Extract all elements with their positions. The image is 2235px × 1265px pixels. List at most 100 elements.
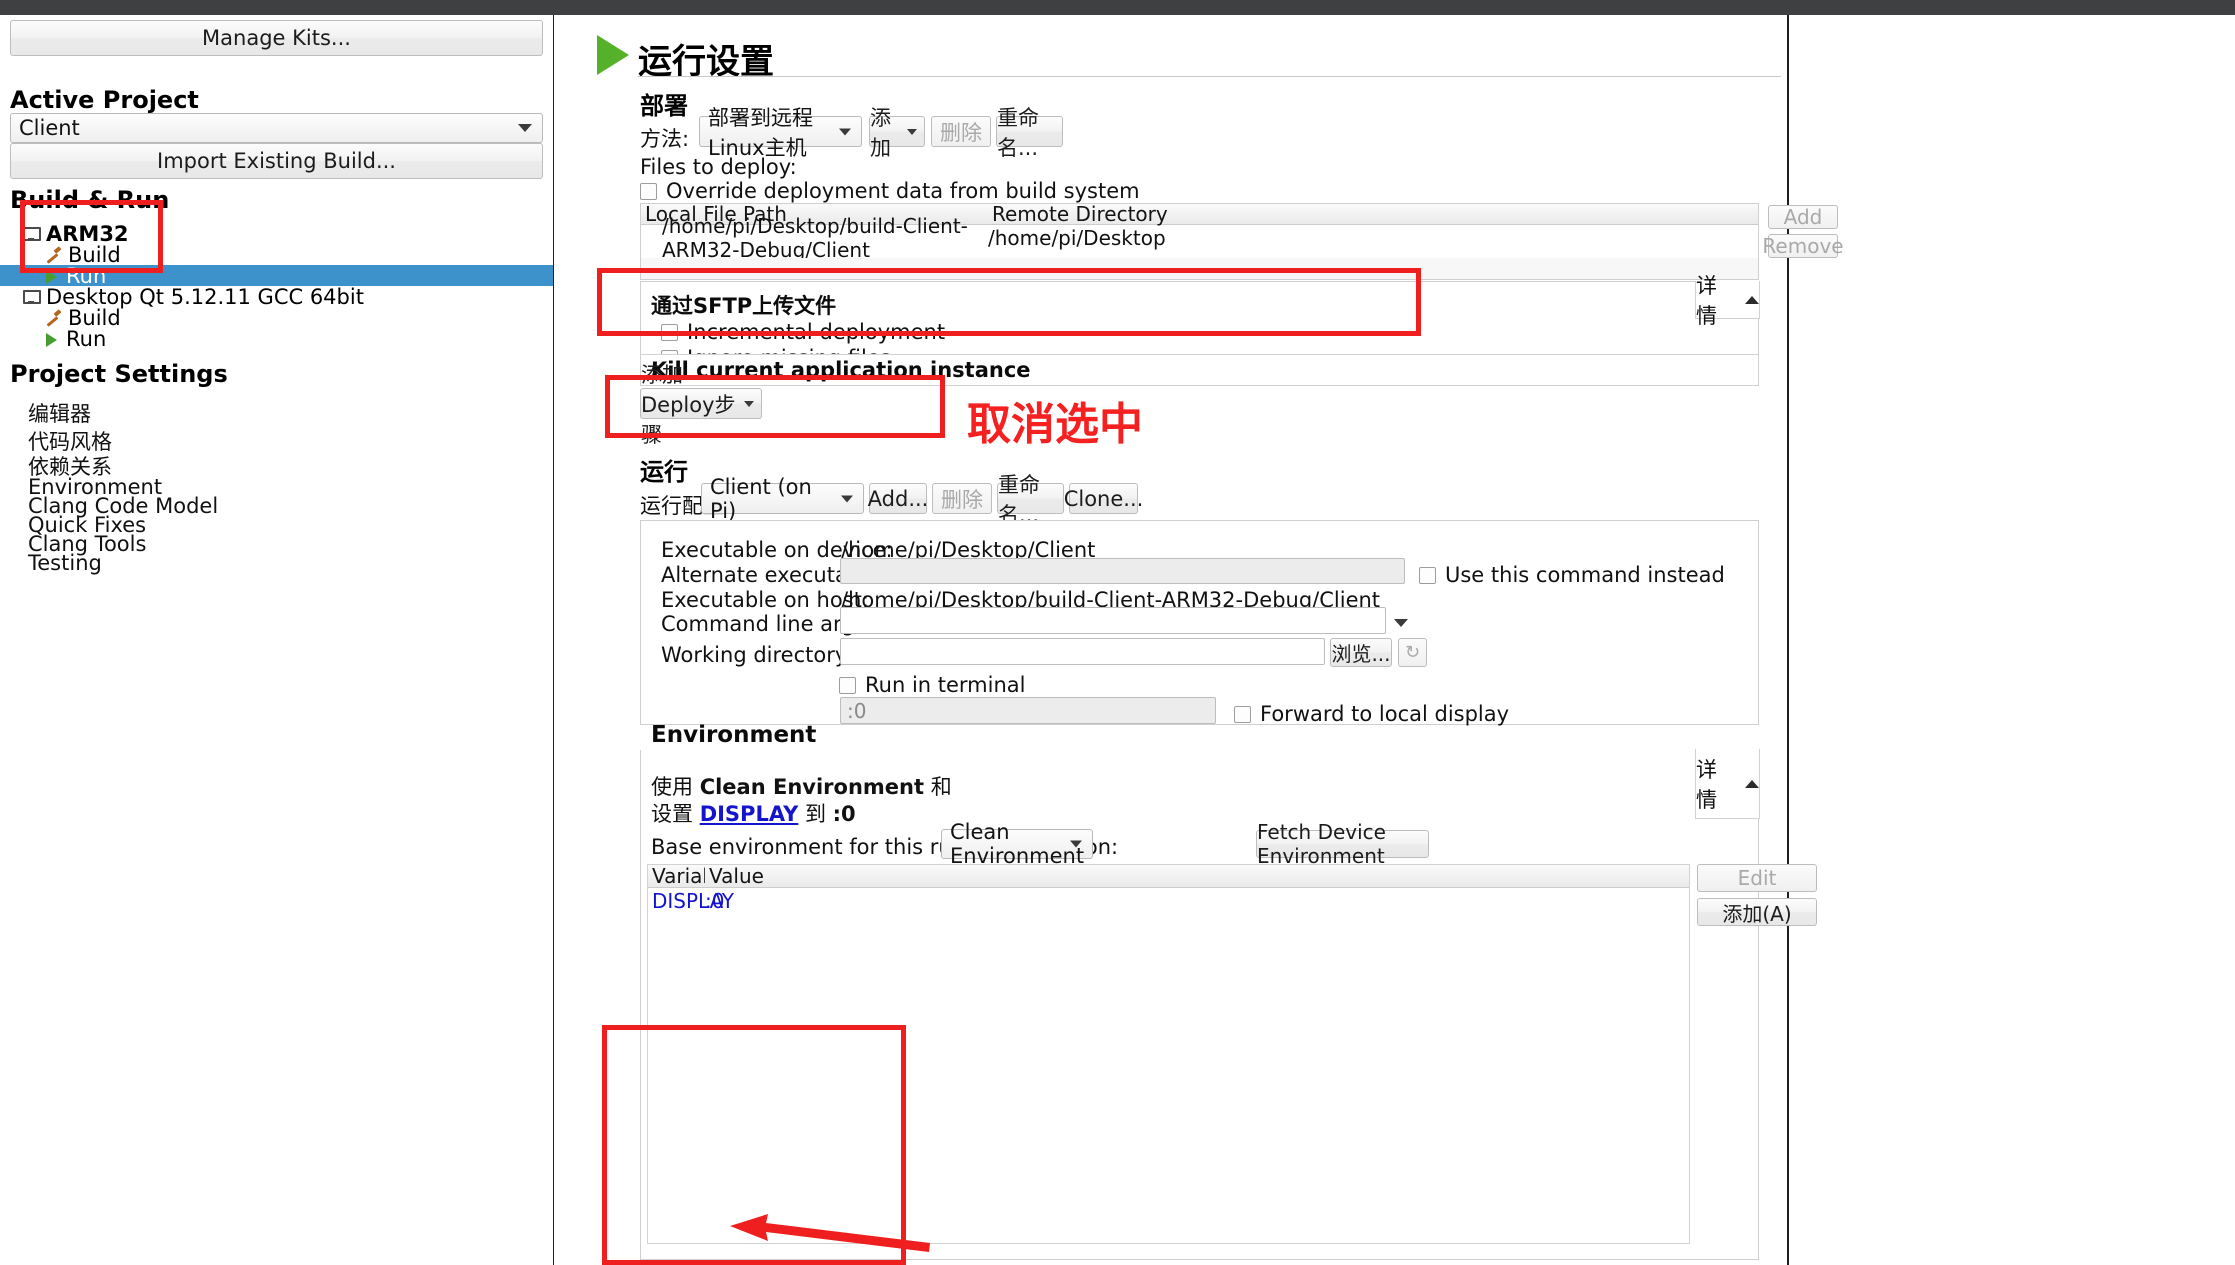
build-run-heading: Build & Run <box>10 186 169 214</box>
chevron-down-icon <box>841 495 853 502</box>
summary-to: 到 <box>805 802 826 826</box>
summary-value: :0 <box>833 802 856 826</box>
use-this-command-checkbox[interactable]: Use this command instead <box>1419 563 1725 587</box>
chevron-up-icon <box>1745 780 1759 788</box>
command-line-arguments-input[interactable] <box>840 607 1386 634</box>
cell-remote-dir: /home/pi/Desktop <box>988 226 1166 250</box>
environment-details-label: 详情 <box>1696 754 1737 814</box>
run-config-select[interactable]: Client (on Pi) <box>701 483 864 514</box>
table-row[interactable]: DISPLAY :0 <box>648 888 1689 913</box>
summary-clean-env: Clean Environment <box>700 775 924 799</box>
display-link[interactable]: DISPLAY <box>700 802 799 826</box>
active-project-select[interactable]: Client <box>10 113 543 143</box>
forward-local-display-label: Forward to local display <box>1260 702 1509 726</box>
deploy-method-label: 方法: <box>640 123 689 153</box>
deploy-table-remove-button[interactable]: Remove <box>1768 234 1838 258</box>
run-in-terminal-label: Run in terminal <box>865 673 1025 697</box>
sidebar-item-editor[interactable]: 编辑器 <box>28 398 91 428</box>
sidebar-kit-desktop-qt[interactable]: Desktop Qt 5.12.11 GCC 64bit <box>0 286 553 307</box>
environment-summary-line2: 设置 DISPLAY 到 :0 <box>651 798 856 828</box>
summary-set: 设置 <box>651 802 693 826</box>
checkbox-box <box>1419 567 1436 584</box>
main-right-divider <box>1787 15 1789 1265</box>
table-column-header-remote-dir[interactable]: Remote Directory <box>988 204 1758 225</box>
active-project-value: Client <box>19 116 80 140</box>
run-config-delete-button[interactable]: 删除 <box>932 483 992 514</box>
sidebar-item-desktop-run[interactable]: Run <box>0 328 553 349</box>
table-row[interactable]: /home/pi/Desktop/build-Client-ARM32-Debu… <box>641 225 1758 251</box>
add-deploy-step-label: 添加Deploy步骤 <box>641 359 745 449</box>
hammer-icon <box>44 246 62 264</box>
files-to-deploy-label: Files to deploy: <box>640 155 797 179</box>
override-deployment-label: Override deployment data from build syst… <box>666 179 1140 203</box>
run-heading: 运行 <box>640 452 688 487</box>
sidebar-item-testing[interactable]: Testing <box>28 551 102 575</box>
chevron-down-icon <box>1070 841 1082 848</box>
environment-edit-button[interactable]: Edit <box>1697 864 1817 892</box>
kill-application-step[interactable]: Kill current application instance <box>640 354 1759 386</box>
sidebar-item-label: Run <box>66 327 106 351</box>
run-icon <box>597 35 629 75</box>
display-input[interactable]: :0 <box>840 697 1216 724</box>
summary-and: 和 <box>931 775 952 799</box>
environment-add-button[interactable]: 添加(A) <box>1697 898 1817 926</box>
environment-heading: Environment <box>651 722 816 748</box>
play-icon <box>44 268 60 284</box>
deploy-rename-button[interactable]: 重命名... <box>996 116 1063 147</box>
checkbox-box <box>839 677 856 694</box>
sftp-step-title: 通过SFTP上传文件 <box>651 290 836 320</box>
override-deployment-checkbox[interactable]: Override deployment data from build syst… <box>640 179 1140 203</box>
environment-summary-line1: 使用 Clean Environment 和 <box>651 771 952 801</box>
deploy-method-select[interactable]: 部署到远程Linux主机 <box>699 116 862 147</box>
reset-button[interactable]: ↻ <box>1398 638 1427 667</box>
monitor-icon <box>22 289 40 305</box>
reset-icon: ↻ <box>1405 642 1420 663</box>
alternate-executable-input[interactable] <box>840 558 1405 584</box>
checkbox-box <box>1234 706 1251 723</box>
active-project-heading: Active Project <box>10 86 199 114</box>
run-details-panel: Executable on device: /home/pi/Desktop/C… <box>640 520 1759 725</box>
sidebar-kit-arm32[interactable]: ARM32 <box>0 223 553 244</box>
forward-local-display-checkbox[interactable]: Forward to local display <box>1234 702 1509 726</box>
checkbox-box <box>640 183 657 200</box>
run-config-add-button[interactable]: Add... <box>869 483 927 514</box>
working-directory-input[interactable] <box>840 638 1325 665</box>
project-settings-heading: Project Settings <box>10 360 228 388</box>
fetch-device-environment-button[interactable]: Fetch Device Environment <box>1256 830 1429 858</box>
add-deploy-step-button[interactable]: 添加Deploy步骤 <box>640 388 762 419</box>
sidebar-item-arm32-run[interactable]: Run <box>0 265 553 286</box>
browse-button[interactable]: 浏览... <box>1330 638 1392 667</box>
executable-on-host-label: Executable on host: <box>661 588 869 612</box>
checkbox-box <box>661 324 678 341</box>
use-this-command-label: Use this command instead <box>1445 563 1725 587</box>
sidebar-item-arm32-build[interactable]: Build <box>0 244 553 265</box>
incremental-deployment-checkbox[interactable]: Incremental deployment <box>661 320 945 344</box>
app-window: Manage Kits... Active Project Client Imp… <box>0 0 2235 1265</box>
environment-panel: Environment 使用 Clean Environment 和 设置 DI… <box>640 750 1759 1260</box>
sidebar-item-desktop-build[interactable]: Build <box>0 307 553 328</box>
environment-table[interactable]: Variable Value DISPLAY :0 <box>647 864 1690 1244</box>
run-config-clone-button[interactable]: Clone... <box>1069 483 1138 514</box>
sftp-details-button[interactable]: 详情 <box>1695 281 1760 319</box>
base-environment-value: Clean Environment <box>950 820 1084 868</box>
chevron-down-icon <box>744 401 754 407</box>
deploy-add-label: 添加 <box>870 102 910 162</box>
base-environment-select[interactable]: Clean Environment <box>941 829 1093 859</box>
run-in-terminal-checkbox[interactable]: Run in terminal <box>839 673 1025 697</box>
deploy-add-button[interactable]: 添加 <box>869 116 925 147</box>
chevron-down-icon[interactable] <box>1394 619 1408 627</box>
deploy-table-add-button[interactable]: Add <box>1768 205 1838 229</box>
run-settings-panel: 运行设置 部署 方法: 部署到远程Linux主机 添加 删除 重命名... Fi… <box>553 15 1787 1265</box>
deploy-delete-button[interactable]: 删除 <box>931 116 991 147</box>
run-config-rename-button[interactable]: 重命名... <box>997 483 1064 514</box>
chevron-down-icon <box>907 129 917 135</box>
table-column-header-variable[interactable]: Variable <box>648 865 705 888</box>
manage-kits-button[interactable]: Manage Kits... <box>10 20 543 56</box>
project-sidebar: Manage Kits... Active Project Client Imp… <box>0 15 553 1265</box>
cell-variable: DISPLAY <box>648 889 705 913</box>
monitor-icon <box>22 226 40 242</box>
play-icon <box>44 331 60 347</box>
import-existing-build-button[interactable]: Import Existing Build... <box>10 143 543 179</box>
environment-details-button[interactable]: 详情 <box>1695 749 1760 819</box>
table-column-header-value[interactable]: Value <box>705 865 1689 888</box>
